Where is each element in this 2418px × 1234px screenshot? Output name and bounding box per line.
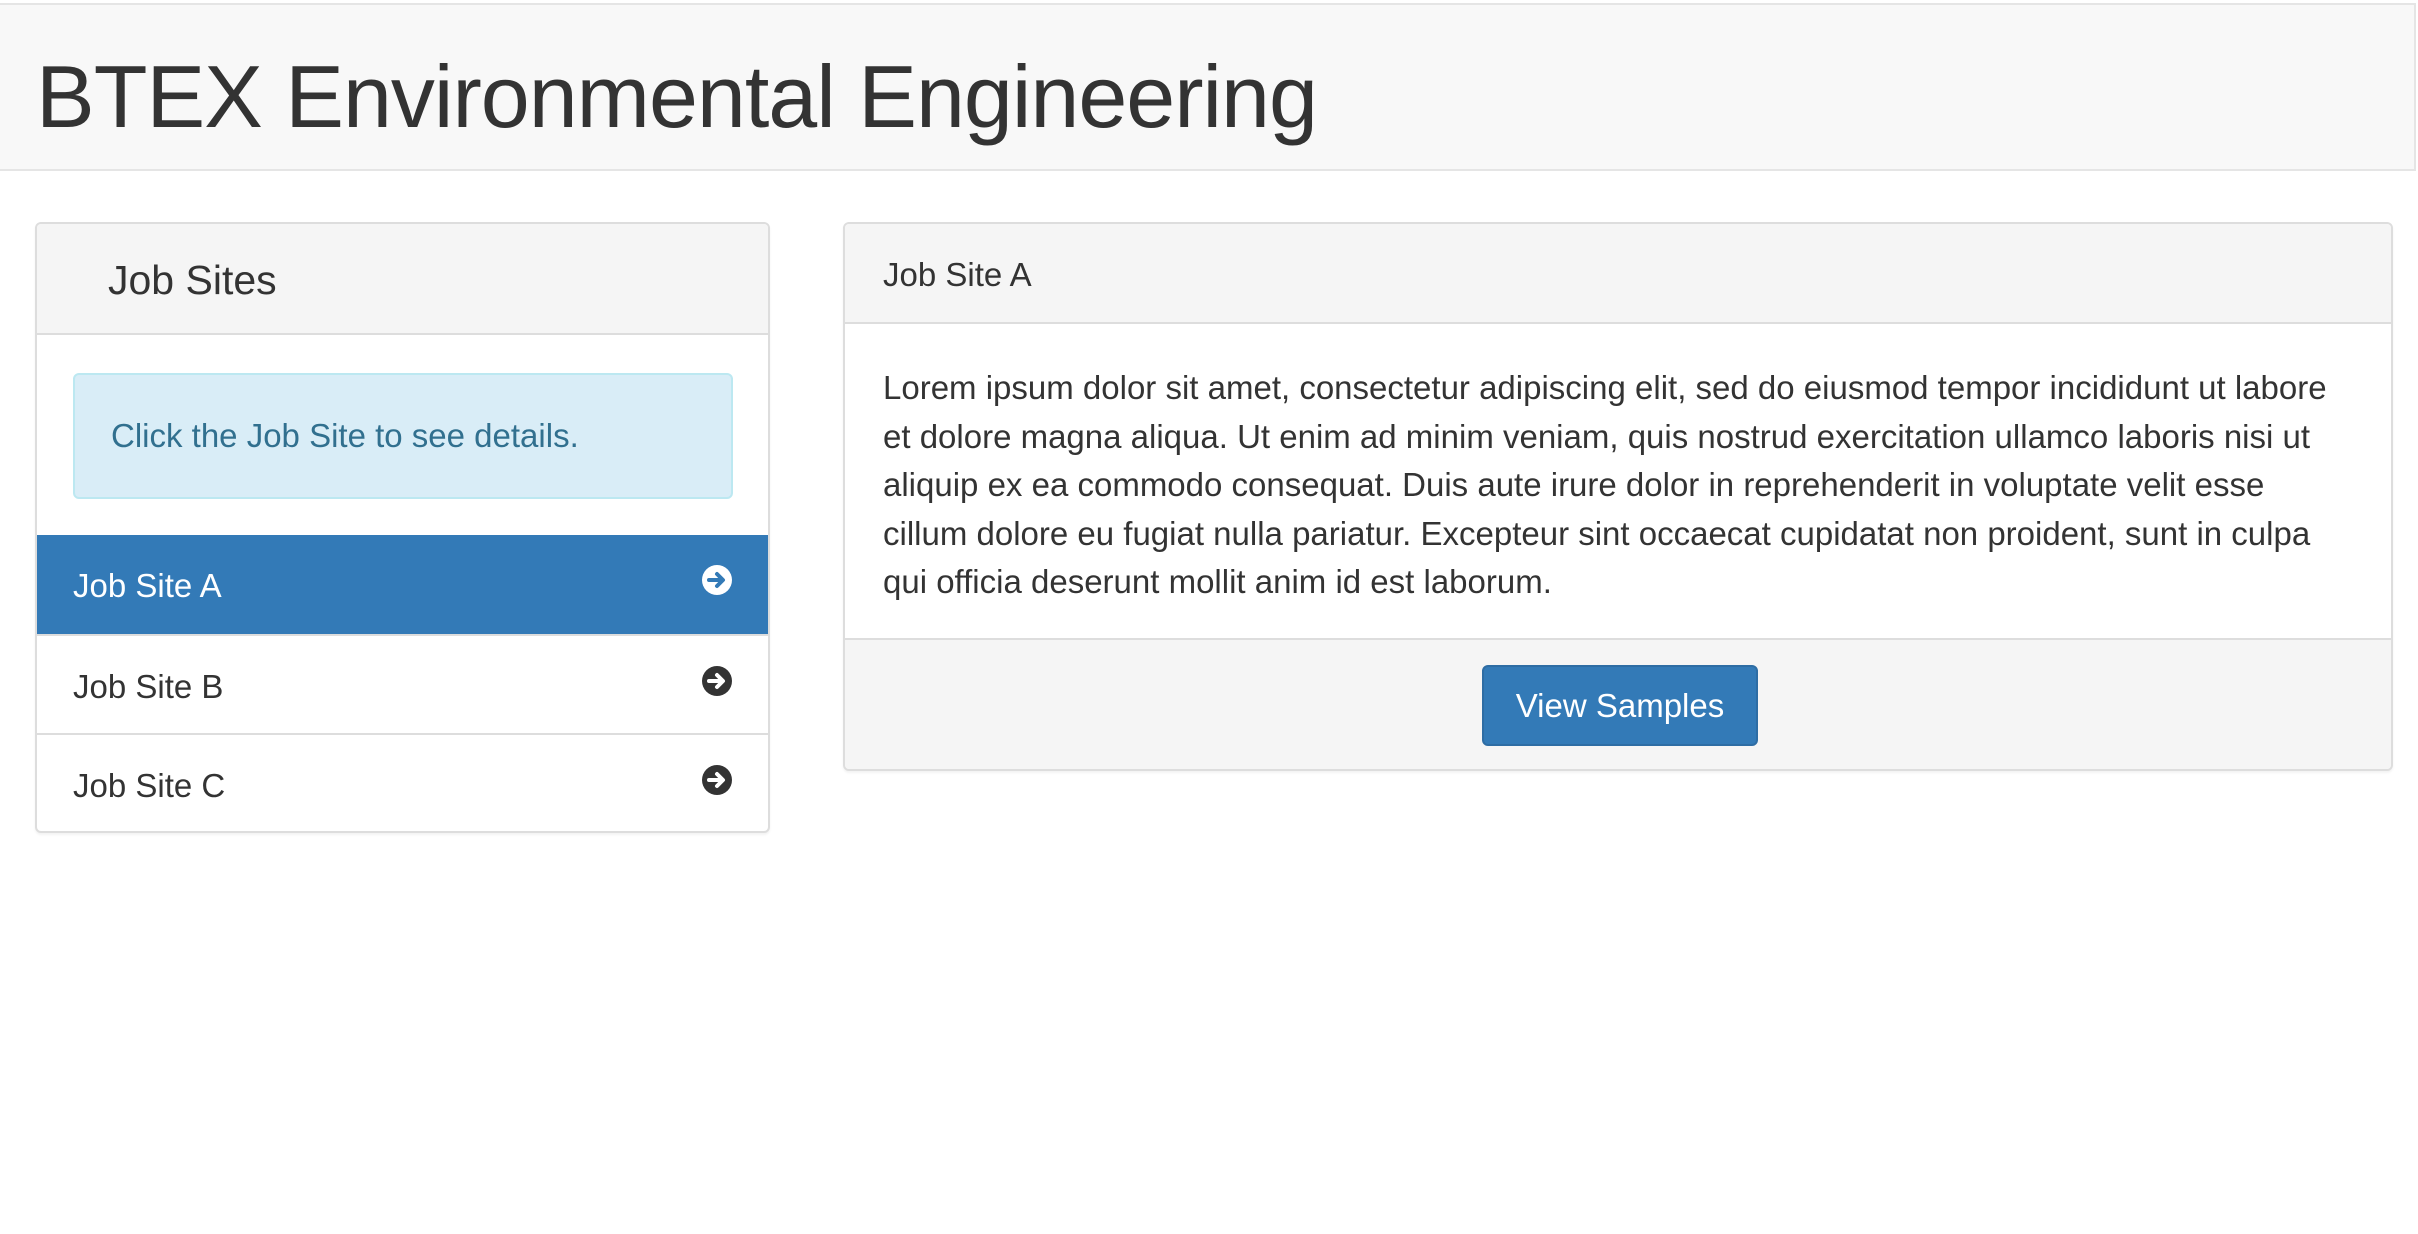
detail-description: Lorem ipsum dolor sit amet, consectetur … xyxy=(883,369,2327,600)
job-site-item-c[interactable]: Job Site C xyxy=(37,733,768,831)
info-alert: Click the Job Site to see details. xyxy=(73,373,733,499)
job-sites-title: Job Sites xyxy=(108,257,277,303)
info-alert-text: Click the Job Site to see details. xyxy=(111,417,579,454)
detail-panel-footer: View Samples xyxy=(845,638,2391,769)
job-site-item-label: Job Site A xyxy=(73,567,222,604)
circle-arrow-right-icon xyxy=(702,666,732,696)
view-samples-button[interactable]: View Samples xyxy=(1482,665,1758,746)
circle-arrow-right-icon xyxy=(702,565,732,595)
site-title: BTEX Environmental Engineering xyxy=(36,47,1318,146)
page: BTEX Environmental Engineering Job Sites… xyxy=(0,0,2418,1234)
job-sites-panel: Job Sites Click the Job Site to see deta… xyxy=(35,222,770,833)
job-site-item-b[interactable]: Job Site B xyxy=(37,634,768,733)
job-site-list: Job Site A Job Site B Job Site C xyxy=(37,535,768,831)
detail-panel-heading: Job Site A xyxy=(845,224,2391,324)
job-site-item-label: Job Site B xyxy=(73,668,224,705)
job-site-item-a[interactable]: Job Site A xyxy=(37,535,768,634)
detail-title: Job Site A xyxy=(883,256,1032,293)
job-site-detail-panel: Job Site A Lorem ipsum dolor sit amet, c… xyxy=(843,222,2393,771)
circle-arrow-right-icon xyxy=(702,765,732,795)
job-site-item-label: Job Site C xyxy=(73,767,226,804)
site-header: BTEX Environmental Engineering xyxy=(0,3,2416,171)
job-sites-panel-heading: Job Sites xyxy=(37,224,768,335)
